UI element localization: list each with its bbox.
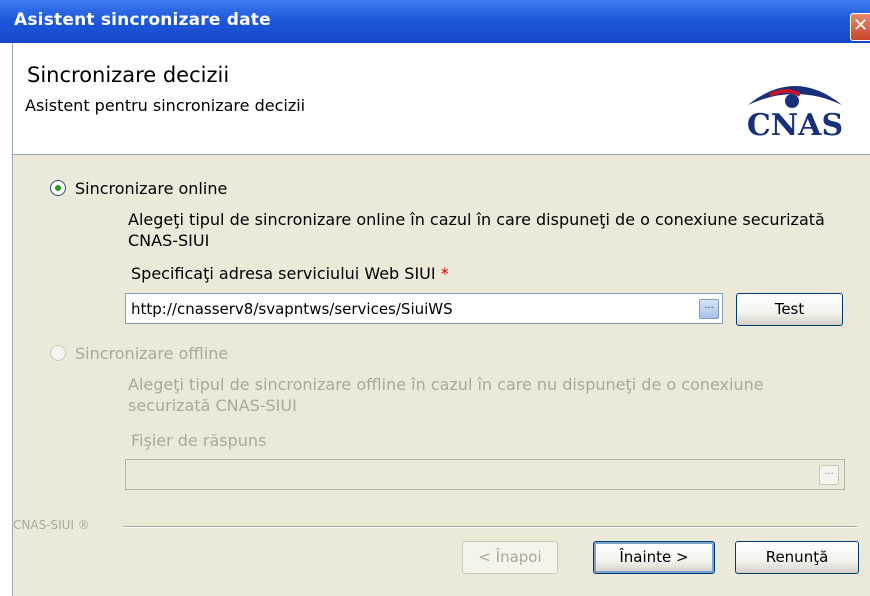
title-bar[interactable]: Asistent sincronizare date ✕ bbox=[0, 0, 870, 43]
offline-description: Alegeţi tipul de sincronizare offline în… bbox=[128, 375, 764, 415]
ellipsis-icon: ... bbox=[704, 300, 714, 311]
url-input-value: http://cnasserv8/svapntws/services/SiuiW… bbox=[131, 300, 453, 318]
file-browse-button[interactable]: ... bbox=[819, 465, 839, 485]
offline-radio[interactable] bbox=[50, 345, 66, 361]
footer-divider bbox=[123, 526, 857, 528]
next-button[interactable]: Înainte > bbox=[593, 541, 715, 574]
close-icon: ✕ bbox=[852, 15, 869, 36]
ellipsis-icon: ... bbox=[824, 466, 834, 477]
back-button[interactable]: < Înapoi bbox=[462, 541, 558, 574]
logo-dot bbox=[785, 94, 799, 108]
test-button[interactable]: Test bbox=[736, 293, 843, 326]
required-marker: * bbox=[440, 264, 449, 283]
close-button[interactable]: ✕ bbox=[850, 13, 870, 41]
url-input[interactable]: http://cnasserv8/svapntws/services/SiuiW… bbox=[125, 293, 723, 324]
window-title: Asistent sincronizare date bbox=[14, 10, 271, 30]
response-file-input[interactable] bbox=[125, 459, 845, 490]
offline-radio-label[interactable]: Sincronizare offline bbox=[75, 344, 228, 363]
cnas-logo: CNAS bbox=[747, 86, 843, 143]
wizard-header: Sincronizare decizii Asistent pentru sin… bbox=[12, 43, 870, 155]
response-file-label: Fişier de răspuns bbox=[131, 431, 267, 450]
footer-brand: CNAS-SIUI ® bbox=[13, 518, 90, 532]
cancel-button[interactable]: Renunţă bbox=[735, 541, 859, 574]
logo-wordmark: CNAS bbox=[747, 108, 843, 143]
online-radio[interactable] bbox=[50, 180, 66, 196]
page-subtitle: Asistent pentru sincronizare decizii bbox=[25, 96, 306, 115]
online-description: Alegeţi tipul de sincronizare online în … bbox=[128, 210, 825, 250]
wizard-body: Sincronizare online Alegeţi tipul de sin… bbox=[12, 155, 870, 596]
url-browse-button[interactable]: ... bbox=[699, 299, 719, 319]
url-label-text: Specificaţi adresa serviciului Web SIUI bbox=[131, 264, 436, 283]
online-radio-label[interactable]: Sincronizare online bbox=[75, 179, 227, 198]
page-title: Sincronizare decizii bbox=[27, 63, 230, 87]
url-field-label: Specificaţi adresa serviciului Web SIUI … bbox=[131, 264, 449, 283]
